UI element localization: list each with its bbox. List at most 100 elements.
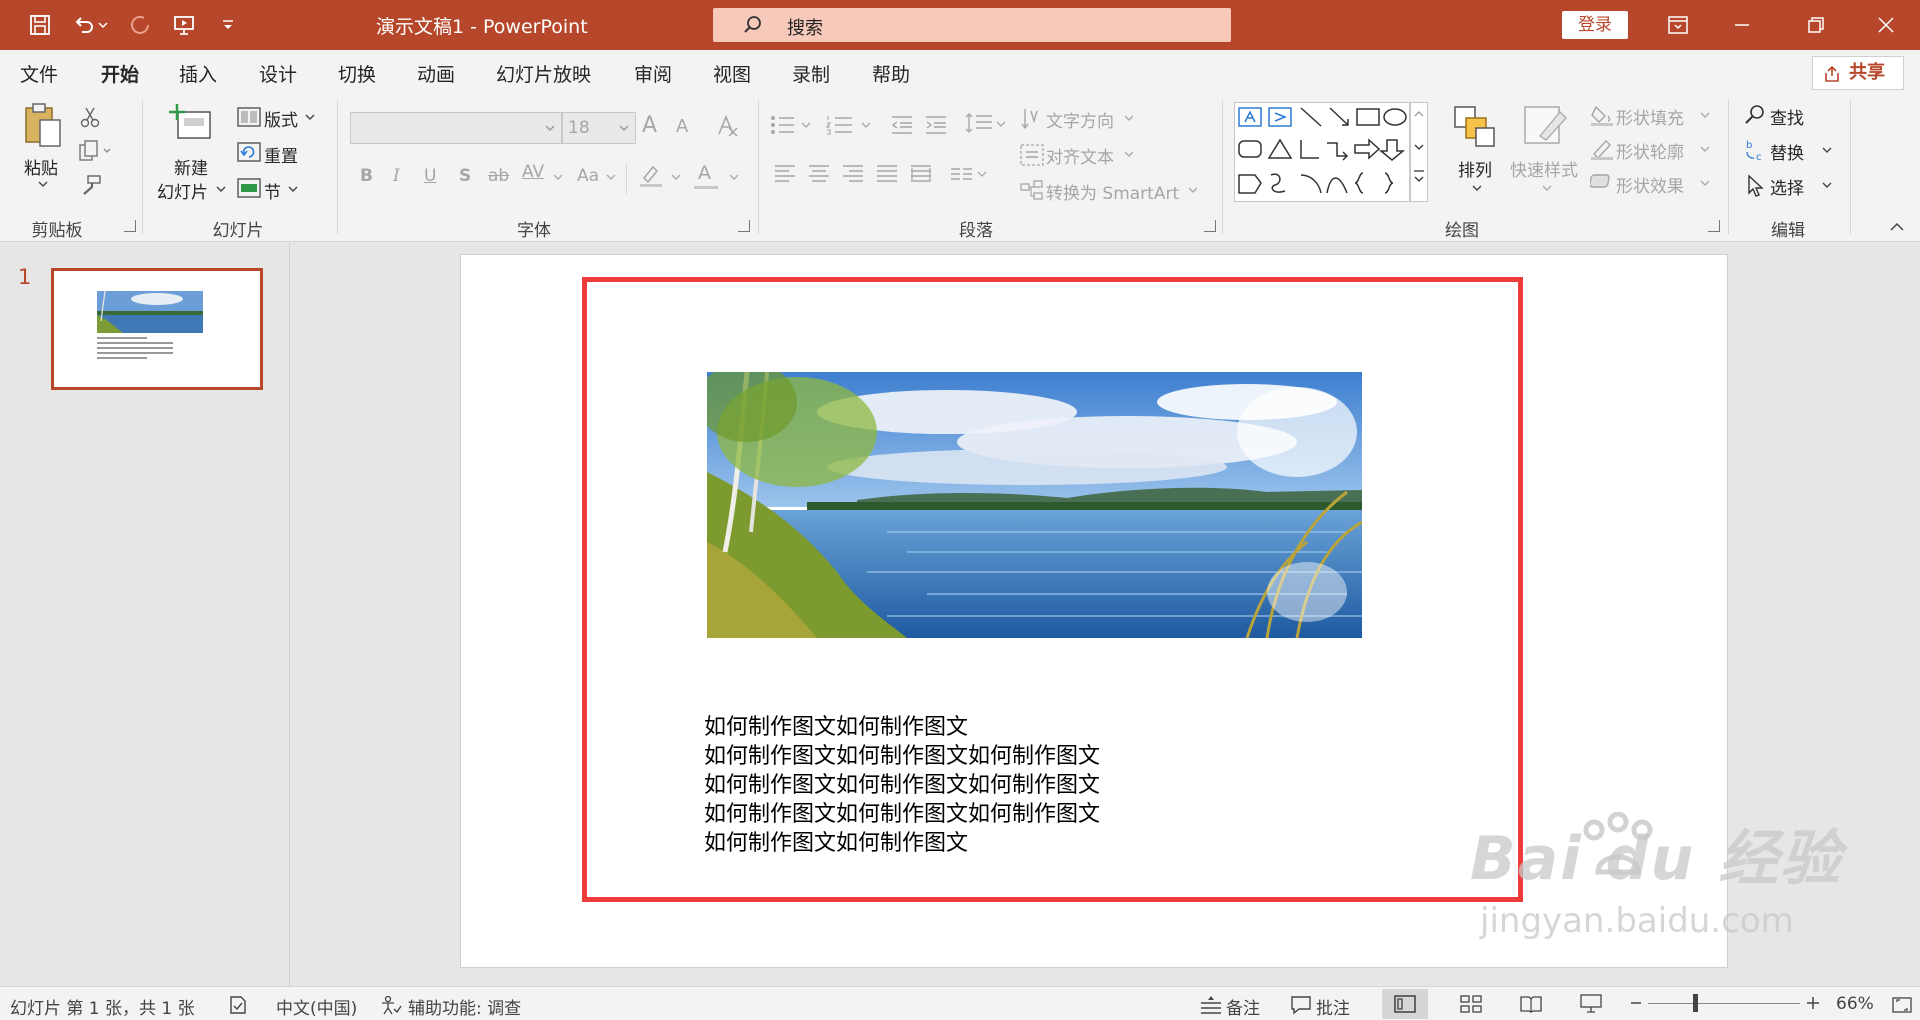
numbering-icon[interactable] [826, 114, 874, 136]
new-slide-label-2[interactable]: 幻灯片 [157, 178, 208, 203]
clipboard-launcher-icon[interactable] [124, 220, 136, 232]
shape-effects-button[interactable]: 形状效果 [1616, 172, 1684, 197]
reading-view-icon[interactable] [1516, 989, 1546, 1019]
format-painter-icon[interactable] [80, 174, 102, 196]
quick-styles-button[interactable]: 快速样式 [1510, 156, 1578, 181]
clear-formatting-icon[interactable] [716, 114, 740, 138]
cut-icon[interactable] [80, 106, 100, 128]
layout-dropdown-icon[interactable] [305, 113, 315, 121]
character-spacing-button[interactable]: AV [522, 162, 544, 182]
find-icon[interactable] [1744, 104, 1766, 126]
close-icon[interactable] [1868, 11, 1904, 39]
columns-icon[interactable] [950, 164, 990, 184]
slideshow-view-icon[interactable] [1576, 989, 1606, 1019]
arrange-dropdown-icon[interactable] [1472, 184, 1482, 192]
text-direction-button[interactable]: 文字方向 [1046, 107, 1114, 132]
drawing-launcher-icon[interactable] [1708, 220, 1720, 232]
collapse-ribbon-icon[interactable] [1890, 222, 1904, 232]
select-icon[interactable] [1746, 174, 1766, 198]
font-size-combo[interactable]: 18 [562, 112, 636, 144]
smartart-icon[interactable] [1020, 180, 1044, 202]
new-slide-dropdown-icon[interactable] [216, 185, 226, 193]
tab-design[interactable]: 设计 [259, 60, 297, 87]
replace-icon[interactable]: bc [1744, 138, 1768, 162]
shapes-gallery[interactable] [1234, 102, 1410, 202]
reset-button[interactable]: 重置 [264, 142, 298, 167]
comments-icon[interactable] [1290, 995, 1312, 1015]
customize-toolbar-icon[interactable] [214, 11, 242, 39]
arrange-icon[interactable] [1454, 106, 1496, 148]
distributed-icon[interactable] [910, 164, 932, 184]
spelling-check-icon[interactable] [228, 995, 248, 1015]
section-dropdown-icon[interactable] [288, 185, 298, 193]
tab-record[interactable]: 录制 [792, 60, 830, 87]
strikethrough-button[interactable]: ab [488, 166, 509, 186]
text-direction-dropdown-icon[interactable] [1124, 114, 1134, 122]
quick-styles-dropdown-icon[interactable] [1542, 184, 1552, 192]
paste-dropdown-icon[interactable] [38, 180, 48, 188]
normal-view-icon[interactable] [1382, 989, 1428, 1019]
shape-fill-button[interactable]: 形状填充 [1616, 104, 1684, 129]
shape-effects-dropdown-icon[interactable] [1700, 179, 1710, 187]
shape-outline-icon[interactable] [1590, 138, 1614, 160]
share-button[interactable]: 共享 [1812, 56, 1904, 90]
italic-button[interactable]: I [393, 166, 400, 186]
zoom-slider-track[interactable] [1648, 1003, 1800, 1004]
tab-view[interactable]: 视图 [713, 60, 751, 87]
tab-home[interactable]: 开始 [101, 60, 140, 95]
shape-outline-dropdown-icon[interactable] [1700, 145, 1710, 153]
new-slide-label-1[interactable]: 新建 [174, 154, 208, 179]
change-case-button[interactable]: Aa [577, 166, 599, 186]
search-box[interactable]: 搜索 [713, 8, 1231, 42]
highlight-dropdown-icon[interactable] [671, 173, 681, 181]
restore-icon[interactable] [1798, 11, 1834, 39]
section-icon[interactable] [237, 178, 261, 198]
font-color-dropdown-icon[interactable] [729, 173, 739, 181]
font-launcher-icon[interactable] [738, 220, 750, 232]
notes-button[interactable]: 备注 [1226, 994, 1260, 1019]
select-dropdown-icon[interactable] [1822, 181, 1832, 189]
login-button[interactable]: 登录 [1562, 11, 1628, 39]
font-color-button[interactable]: A [698, 162, 711, 184]
gallery-scroll[interactable] [1410, 102, 1428, 202]
fit-slide-icon[interactable] [1892, 995, 1912, 1015]
text-shadow-button[interactable]: S [459, 166, 471, 186]
shape-effects-icon[interactable] [1590, 172, 1614, 194]
new-slide-icon[interactable] [168, 104, 214, 144]
zoom-out-icon[interactable] [1630, 995, 1642, 1011]
spacing-dropdown-icon[interactable] [553, 173, 563, 181]
zoom-slider-thumb[interactable] [1693, 994, 1698, 1012]
tab-insert[interactable]: 插入 [179, 60, 217, 87]
align-text-icon[interactable] [1020, 144, 1044, 166]
arrange-button[interactable]: 排列 [1458, 156, 1492, 181]
bold-button[interactable]: B [360, 166, 373, 186]
tab-help[interactable]: 帮助 [872, 60, 910, 87]
text-direction-icon[interactable] [1020, 107, 1042, 131]
shape-outline-button[interactable]: 形状轮廓 [1616, 138, 1684, 163]
highlight-icon[interactable] [638, 162, 664, 188]
underline-button[interactable]: U [424, 166, 436, 186]
undo-icon[interactable] [70, 11, 98, 39]
redo-icon[interactable] [126, 11, 154, 39]
smartart-dropdown-icon[interactable] [1188, 186, 1198, 194]
tab-animations[interactable]: 动画 [417, 60, 455, 87]
grow-font-button[interactable]: A [642, 113, 657, 138]
slide-thumbnail[interactable] [51, 268, 263, 390]
paragraph-launcher-icon[interactable] [1204, 220, 1216, 232]
ribbon-display-options-icon[interactable] [1660, 11, 1696, 39]
accessibility-icon[interactable] [380, 995, 402, 1015]
align-right-icon[interactable] [842, 164, 864, 184]
case-dropdown-icon[interactable] [606, 173, 616, 181]
save-icon[interactable] [26, 11, 54, 39]
zoom-in-icon[interactable] [1806, 995, 1820, 1011]
convert-smartart-button[interactable]: 转换为 SmartArt [1046, 179, 1179, 204]
line-spacing-icon[interactable] [964, 112, 1008, 136]
decrease-indent-icon[interactable] [890, 114, 914, 136]
shape-fill-dropdown-icon[interactable] [1700, 111, 1710, 119]
align-center-icon[interactable] [808, 164, 830, 184]
increase-indent-icon[interactable] [924, 114, 948, 136]
replace-button[interactable]: 替换 [1770, 139, 1804, 164]
paste-button[interactable]: 粘贴 [24, 154, 58, 179]
align-text-dropdown-icon[interactable] [1124, 150, 1134, 158]
reset-icon[interactable] [237, 142, 261, 162]
